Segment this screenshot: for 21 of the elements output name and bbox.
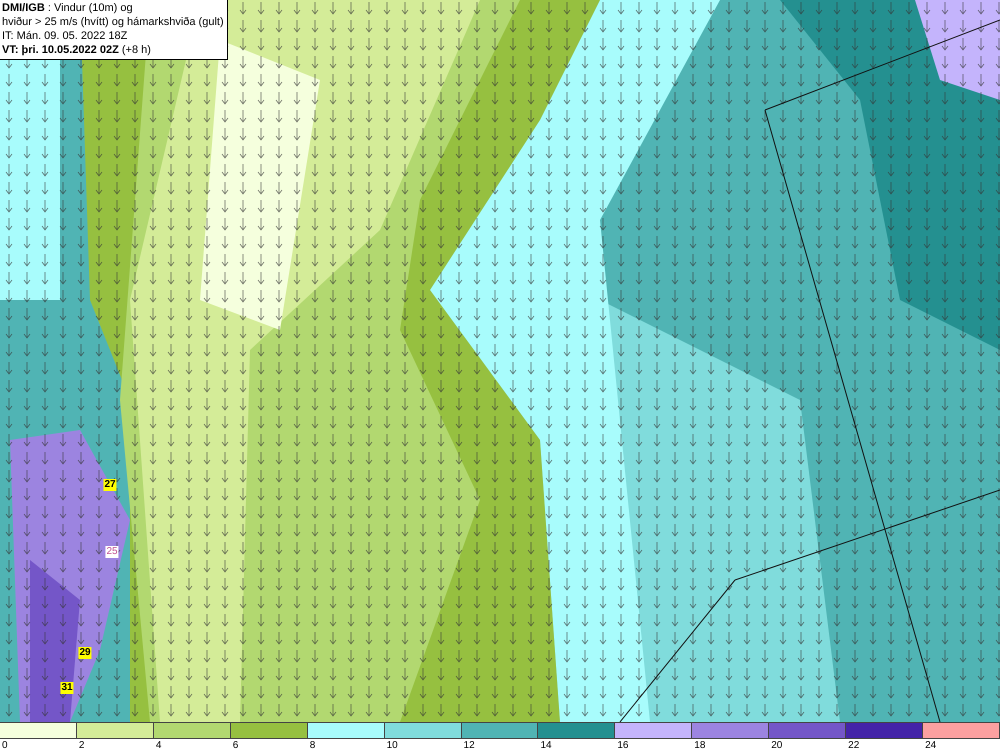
- legend-tick-label: 24: [925, 739, 936, 752]
- legend-tick-label: 20: [771, 739, 782, 752]
- gust-label: 25: [105, 546, 119, 558]
- legend-tick-label: 6: [232, 739, 238, 752]
- gust-label: 31: [60, 682, 74, 694]
- legend-tick-label: 12: [464, 739, 475, 752]
- legend-tick-label: 16: [617, 739, 628, 752]
- legend-tick-label: 22: [848, 739, 860, 752]
- legend-tick-label: 0: [2, 739, 8, 752]
- gust-label: 29: [78, 647, 92, 659]
- legend-tick-label: 18: [694, 739, 706, 752]
- legend-tick-label: 2: [78, 739, 84, 752]
- legend-tick-label: 14: [540, 739, 552, 752]
- legend-tick-label: 8: [310, 739, 316, 752]
- gust-label: 27: [103, 479, 117, 491]
- legend-tick-label: 4: [156, 739, 162, 752]
- caption-line: VT: þri. 10.05.2022 02Z (+8 h): [2, 43, 152, 57]
- legend-tick-label: 10: [386, 739, 398, 752]
- caption-line: DMI/IGB : Vindur (10m) og: [2, 1, 134, 15]
- caption-line: hviður > 25 m/s (hvítt) og hámarkshviða (gult): [2, 15, 224, 29]
- caption-line: IT: Mán. 09. 05. 2022 18Z: [2, 29, 128, 43]
